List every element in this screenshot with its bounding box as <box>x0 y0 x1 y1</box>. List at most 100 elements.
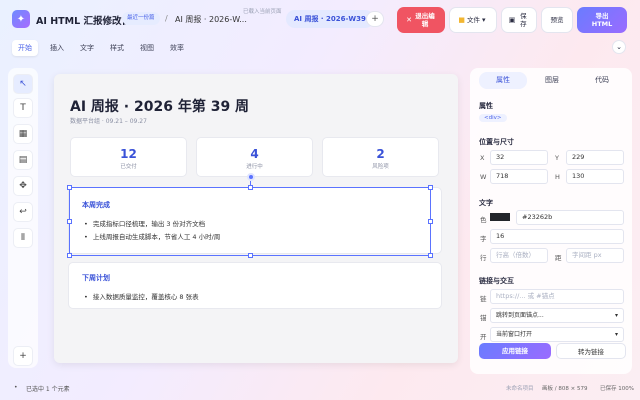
breadcrumb-doc[interactable]: AI 周报 · 2026-W... <box>175 14 247 25</box>
resize-handle[interactable] <box>248 185 253 190</box>
status-bar: • 已选中 1 个元素 未命名项目 画板 / 808 × 579 已保存 100… <box>0 378 640 400</box>
stat-card-in-progress[interactable]: 4 进行中 <box>196 137 313 177</box>
tab-view[interactable]: 视图 <box>134 40 160 56</box>
resize-handle[interactable] <box>67 185 72 190</box>
h-label: H <box>555 173 560 181</box>
recent-doc-chip[interactable]: 最近一份篇 <box>122 12 160 25</box>
tab-efficiency[interactable]: 效率 <box>164 40 190 56</box>
card-next[interactable]: 下周计划 接入数据质量监控，覆盖核心 8 张表 <box>68 262 442 309</box>
color-label: 色 <box>480 216 487 224</box>
file-label: 文件 <box>467 16 481 24</box>
selection-status: 已选中 1 个元素 <box>26 386 70 393</box>
folder-icon: ■ <box>458 16 466 24</box>
stat-label: 风险项 <box>372 164 389 170</box>
stat-card-delivered[interactable]: 12 已交付 <box>70 137 187 177</box>
tab-current-doc[interactable]: AI 周报 · 2026-W39 <box>286 10 374 28</box>
selection-box[interactable] <box>67 185 433 258</box>
preview-button[interactable]: 预览 <box>541 7 573 33</box>
color-swatch[interactable] <box>490 213 510 221</box>
tab-layers[interactable]: 图层 <box>528 72 576 89</box>
line-height-label: 行 <box>480 254 487 262</box>
text-section-title: 文字 <box>479 199 493 207</box>
anchor-label: 锚 <box>480 314 487 322</box>
load-hint: 已载入当前页面 <box>243 9 282 15</box>
link-section-title: 链接与交互 <box>479 277 514 285</box>
tab-insert[interactable]: 插入 <box>44 40 70 56</box>
status-dot-icon: • <box>14 384 18 391</box>
attr-section-title: 属性 <box>479 102 493 110</box>
stat-label: 进行中 <box>246 164 263 170</box>
y-label: Y <box>555 154 559 162</box>
exit-edit-button[interactable]: ✕ 退出编辑 <box>397 7 445 33</box>
w-label: W <box>480 173 487 181</box>
file-button[interactable]: ■ 文件 ▾ <box>449 7 497 33</box>
exit-edit-label: 退出编辑 <box>415 12 435 28</box>
color-field[interactable]: #23262b <box>516 210 624 225</box>
tool-rail: ↖ T ▦ ▤ ✥ ↩ ⦀ + <box>8 68 38 368</box>
convert-link-button[interactable]: 转为链接 <box>556 343 626 359</box>
save-icon: ▣ <box>508 16 516 24</box>
top-bar: ✦ AI HTML 汇报修改台 最近一份篇 / AI 周报 · 2026-W..… <box>0 0 640 38</box>
x-field[interactable]: 32 <box>490 150 548 165</box>
font-size-field[interactable]: 16 <box>490 229 624 244</box>
move-tool-icon[interactable]: ✥ <box>13 176 33 196</box>
stat-card-risk[interactable]: 2 风险项 <box>322 137 439 177</box>
resize-handle[interactable] <box>428 185 433 190</box>
card-title: 下周计划 <box>82 274 110 282</box>
columns-tool-icon[interactable]: ⦀ <box>13 228 33 248</box>
tab-start[interactable]: 开始 <box>12 40 38 56</box>
position-section-title: 位置与尺寸 <box>479 138 514 146</box>
stat-number: 4 <box>250 147 259 161</box>
anchor-select[interactable]: 跳转到页面锚点... <box>490 308 624 323</box>
stat-number: 12 <box>120 147 137 161</box>
apply-link-button[interactable]: 应用链接 <box>479 343 551 359</box>
save-label: 保存 <box>520 12 527 28</box>
chevron-down-icon: ▾ <box>482 16 486 24</box>
collapse-ribbon-button[interactable]: ⌄ <box>612 40 626 54</box>
resize-handle[interactable] <box>248 253 253 258</box>
zoom-status: 已保存 100% <box>600 386 634 392</box>
new-tab-button[interactable]: + <box>366 11 384 27</box>
height-field[interactable]: 130 <box>566 169 624 184</box>
element-tag-chip: <div> <box>479 114 507 122</box>
text-tool-icon[interactable]: T <box>13 98 33 118</box>
undo-icon[interactable]: ↩ <box>13 202 33 222</box>
tab-properties[interactable]: 属性 <box>479 72 527 89</box>
tab-text[interactable]: 文字 <box>74 40 100 56</box>
link-label: 链 <box>480 295 487 303</box>
canvas-size-status: 画板 / 808 × 579 <box>542 386 588 392</box>
table-tool-icon[interactable]: ▦ <box>13 124 33 144</box>
open-mode-select[interactable]: 当前窗口打开 <box>490 327 624 342</box>
doc-subtitle[interactable]: 数据平台组 · 09.21 – 09.27 <box>70 116 147 125</box>
rotate-handle[interactable] <box>247 173 255 181</box>
y-field[interactable]: 229 <box>566 150 624 165</box>
resize-handle[interactable] <box>428 219 433 224</box>
line-height-field[interactable]: 行高（倍数） <box>490 248 548 263</box>
letter-spacing-label: 距 <box>555 254 562 262</box>
export-html-button[interactable]: 导出 HTML <box>577 7 627 33</box>
resize-handle[interactable] <box>428 253 433 258</box>
add-tool-icon[interactable]: + <box>13 346 33 366</box>
letter-spacing-field[interactable]: 字间距 px <box>566 248 624 263</box>
doc-title[interactable]: AI 周报 · 2026 年第 39 周 <box>70 96 249 116</box>
open-mode-label: 开 <box>480 333 487 341</box>
stat-number: 2 <box>376 147 385 161</box>
width-field[interactable]: 718 <box>490 169 548 184</box>
ribbon: 开始 插入 文字 样式 视图 效率 ⌄ <box>8 40 632 58</box>
size-label: 字 <box>480 235 487 243</box>
breadcrumb-separator: / <box>165 14 168 23</box>
tab-style[interactable]: 样式 <box>104 40 130 56</box>
save-button[interactable]: ▣ 保存 <box>501 7 537 33</box>
project-status: 未命名项目 <box>506 386 534 392</box>
app-logo-icon: ✦ <box>12 10 30 28</box>
app-title: AI HTML 汇报修改台 <box>36 16 131 27</box>
block-tool-icon[interactable]: ▤ <box>13 150 33 170</box>
list-item: 接入数据质量监控，覆盖核心 8 张表 <box>84 291 199 301</box>
tab-code[interactable]: 代码 <box>578 72 626 89</box>
resize-handle[interactable] <box>67 219 72 224</box>
select-tool-icon[interactable]: ↖ <box>13 74 33 94</box>
close-icon: ✕ <box>406 16 412 24</box>
resize-handle[interactable] <box>67 253 72 258</box>
link-url-input[interactable]: https://... 或 #锚点 <box>490 289 624 304</box>
stat-label: 已交付 <box>120 164 137 170</box>
